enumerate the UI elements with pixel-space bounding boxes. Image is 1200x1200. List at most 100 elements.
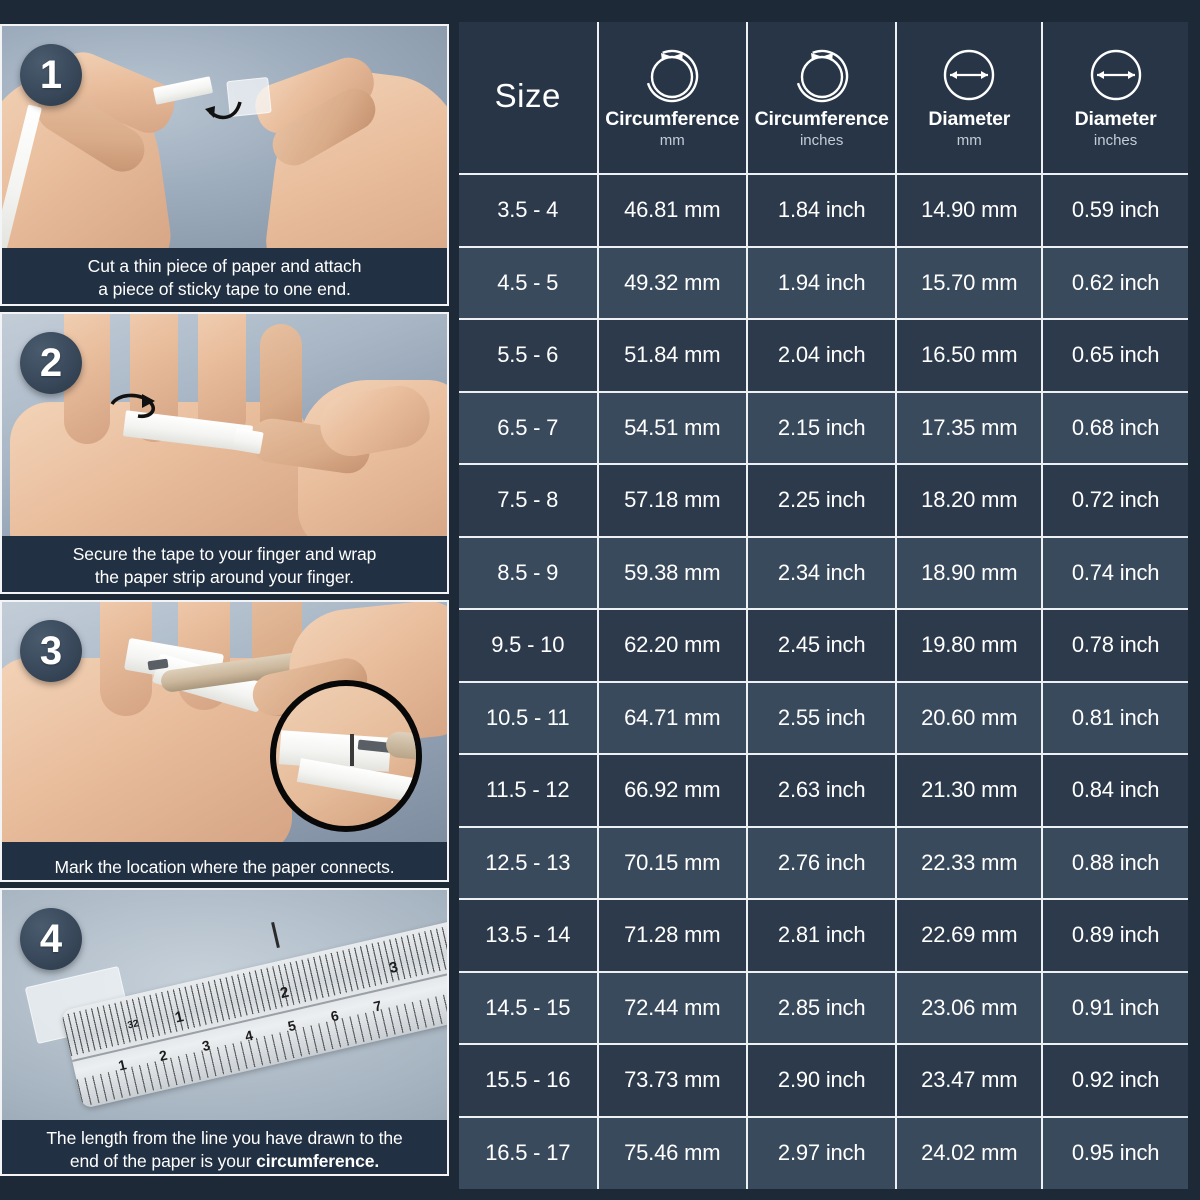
cell-size: 10.5 - 11 [459,680,599,755]
cell-size: 14.5 - 15 [459,970,599,1045]
magnifier-inset [270,680,422,832]
cell-measurement: 0.68 inch [1041,390,1188,465]
cell-measurement: 66.92 mm [596,753,748,828]
cell-measurement: 14.90 mm [895,173,1044,248]
ruler-label: 2 [157,1046,169,1065]
column-unit: mm [659,131,685,149]
step-3-photo: 3 [2,602,447,842]
cell-measurement: 75.46 mm [596,1115,748,1189]
column-title: Size [494,76,561,114]
caption-line: The length from the line you have drawn … [46,1128,403,1148]
diameter-arrow-icon [899,43,1039,103]
diameter-arrow-icon [1045,43,1186,103]
ring-size-table-wrapper: Size Circumference mm Circumference inch… [455,0,1200,1200]
cell-measurement: 2.97 inch [745,1115,898,1189]
cell-measurement: 49.32 mm [596,245,748,320]
caption-bold-term: circumference. [256,1151,380,1172]
cell-measurement: 20.60 mm [895,680,1044,755]
cell-measurement: 0.91 inch [1041,970,1188,1045]
cell-size: 9.5 - 10 [459,608,599,683]
cell-measurement: 0.89 inch [1041,898,1188,973]
table-row: 13.5 - 14 71.28 mm 2.81 inch 22.69 mm 0.89 i… [459,898,1188,973]
ruler-label: 3 [200,1036,212,1055]
column-unit: inches [1093,131,1138,149]
step-panel-2: 2 Secure the tape to your finger and wra… [0,312,449,594]
cell-measurement: 2.90 inch [745,1043,898,1118]
cell-measurement: 54.51 mm [596,390,748,465]
cell-size: 4.5 - 5 [459,245,599,320]
cell-size: 5.5 - 6 [459,318,599,393]
cell-measurement: 17.35 mm [895,390,1044,465]
step-number-badge-2: 2 [20,332,82,394]
table-row: 8.5 - 9 59.38 mm 2.34 inch 18.90 mm 0.74 inc… [459,535,1188,610]
cell-size: 16.5 - 17 [459,1115,599,1189]
cell-measurement: 51.84 mm [596,318,748,393]
cell-size: 11.5 - 12 [459,753,599,828]
cell-measurement: 0.72 inch [1041,463,1188,538]
cell-measurement: 16.50 mm [895,318,1044,393]
table-row: 3.5 - 4 46.81 mm 1.84 inch 14.90 mm 0.59 inc… [459,173,1188,248]
cell-measurement: 21.30 mm [895,753,1044,828]
cell-measurement: 18.20 mm [895,463,1044,538]
ruler-label: 2 [278,983,291,1003]
cell-measurement: 57.18 mm [596,463,748,538]
cell-measurement: 0.92 inch [1041,1043,1188,1118]
ring-size-table: Size Circumference mm Circumference inch… [459,22,1188,1189]
table-row: 6.5 - 7 54.51 mm 2.15 inch 17.35 mm 0.68 inc… [459,390,1188,465]
column-header-size: Size [459,22,599,175]
step-2-caption: Secure the tape to your finger and wrap … [2,536,447,592]
cell-measurement: 1.84 inch [745,173,898,248]
caption-line: Secure the tape to your finger and wrap [72,544,377,564]
cell-measurement: 0.84 inch [1041,753,1188,828]
step-number-badge-1: 1 [20,44,82,106]
ruler-label: 3 [387,958,400,977]
inset-mark-line [350,734,354,766]
ruler-label: 5 [286,1017,298,1035]
cell-measurement: 2.45 inch [745,608,898,683]
table-row: 16.5 - 17 75.46 mm 2.97 inch 24.02 mm 0.95 i… [459,1115,1188,1189]
cell-measurement: 73.73 mm [596,1043,748,1118]
caption-line-2: end of the paper is your circumference. [10,1150,439,1173]
cell-measurement: 72.44 mm [596,970,748,1045]
column-unit: inches [799,131,844,149]
curved-arrow-icon [205,101,242,120]
circumference-ring-icon [601,43,744,103]
table-row: 14.5 - 15 72.44 mm 2.85 inch 23.06 mm 0.91 i… [459,970,1188,1045]
table-row: 7.5 - 8 57.18 mm 2.25 inch 18.20 mm 0.72 inc… [459,463,1188,538]
table-row: 5.5 - 6 51.84 mm 2.04 inch 16.50 mm 0.65 inc… [459,318,1188,393]
cell-measurement: 0.59 inch [1041,173,1188,248]
cell-measurement: 46.81 mm [596,173,748,248]
table-row: 4.5 - 5 49.32 mm 1.94 inch 15.70 mm 0.62 inc… [459,245,1188,320]
column-header-diameter-mm: Diameter mm [895,22,1044,175]
cell-size: 6.5 - 7 [459,390,599,465]
circumference-ring-icon [750,43,893,103]
step-1-photo: 1 [2,26,447,248]
cell-measurement: 23.47 mm [895,1043,1044,1118]
cell-measurement: 0.95 inch [1041,1115,1188,1189]
ruler-label: 7 [371,997,384,1015]
cell-measurement: 19.80 mm [895,608,1044,683]
table-head: Size Circumference mm Circumference inch… [459,22,1188,175]
cell-size: 8.5 - 9 [459,535,599,610]
cell-measurement: 0.74 inch [1041,535,1188,610]
cell-measurement: 2.15 inch [745,390,898,465]
step-number-badge-3: 3 [20,620,82,682]
cell-measurement: 1.94 inch [745,245,898,320]
caption-line: the paper strip around your finger. [94,567,355,588]
table-row: 10.5 - 11 64.71 mm 2.55 inch 20.60 mm 0.81 i… [459,680,1188,755]
column-unit: mm [956,131,982,149]
column-title: Diameter [1074,107,1157,130]
cell-measurement: 24.02 mm [895,1115,1044,1189]
cell-measurement: 0.78 inch [1041,608,1188,683]
column-header-circumference-mm: Circumference mm [596,22,748,175]
ring-size-guide-infographic: 1 Cut a thin piece of paper and attach a… [0,0,1200,1200]
step-1-caption: Cut a thin piece of paper and attach a p… [2,248,447,304]
cell-measurement: 70.15 mm [596,825,748,900]
cell-measurement: 2.25 inch [745,463,898,538]
cell-measurement: 0.81 inch [1041,680,1188,755]
table-header-row: Size Circumference mm Circumference inch… [459,22,1188,175]
cell-measurement: 2.85 inch [745,970,898,1045]
step-panel-3: 3 Mark the location where the paper conn… [0,600,449,882]
column-header-circumference-inches: Circumference inches [745,22,898,175]
cell-measurement: 62.20 mm [596,608,748,683]
